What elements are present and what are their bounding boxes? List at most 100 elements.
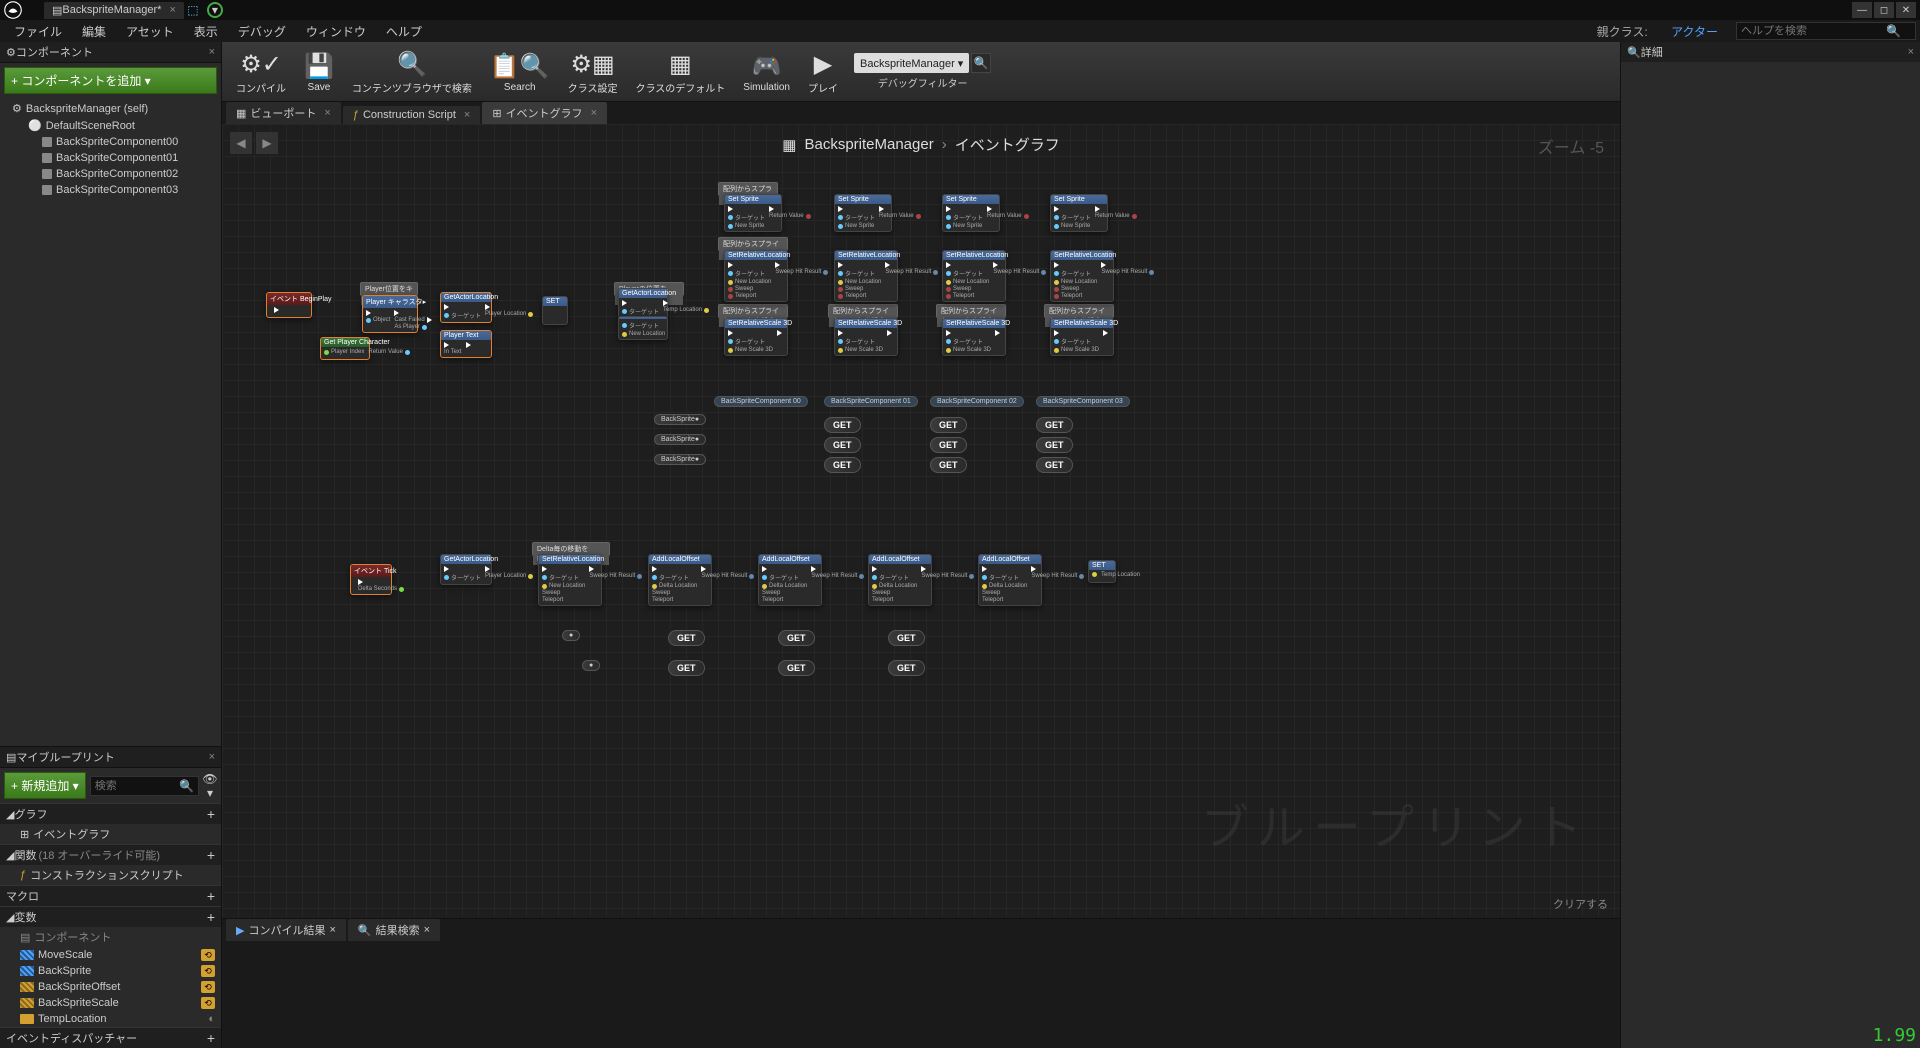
comment-node[interactable]: 配列からスプライトのScaleを設定 <box>936 304 1006 318</box>
var-backspriteoffset[interactable]: BackSpriteOffset⟲ <box>0 979 221 995</box>
close-tab-icon[interactable]: × <box>424 924 430 936</box>
get-var-node[interactable]: BackSprite● <box>654 414 706 425</box>
scene-root[interactable]: ⚪DefaultSceneRoot <box>2 117 219 134</box>
source-control-icon[interactable]: ▾ <box>206 1 224 19</box>
cat-dispatchers[interactable]: イベントディスパッチャー+ <box>0 1027 221 1048</box>
get-node[interactable]: GET <box>824 417 861 433</box>
set-relative-scale-node[interactable]: SetRelativeScale 3DターゲットNew Scale 3D <box>1050 318 1114 356</box>
debug-filter-dropdown[interactable]: BackspriteManager ▾ <box>854 53 969 73</box>
breadcrumb-root[interactable]: BackspriteManager <box>804 136 933 153</box>
browse-button[interactable]: 🔍コンテンツブラウザで検索 <box>344 45 480 99</box>
cat-graphs[interactable]: ◢グラフ+ <box>0 803 221 824</box>
var-templocation[interactable]: TempLocation◐ <box>0 1011 221 1027</box>
get-node[interactable]: GET <box>1036 457 1073 473</box>
get-node[interactable]: GET <box>824 437 861 453</box>
get-player-loc-node2[interactable]: GetActorLocation ターゲット Player Location <box>440 554 492 585</box>
player-text-node[interactable]: Player Text In Text <box>440 330 492 358</box>
component-root[interactable]: ⚙BackspriteManager (self) <box>2 100 219 117</box>
tab-viewport[interactable]: ▦ビューポート× <box>226 102 341 124</box>
component-child-0[interactable]: BackSpriteComponent00 <box>2 134 219 150</box>
add-local-offset-node[interactable]: AddLocalOffsetターゲットDelta LocationSweepTe… <box>648 554 712 606</box>
class-settings-button[interactable]: ⚙▦クラス設定 <box>560 45 626 99</box>
component-ref-node[interactable]: BackSpriteComponent 02 <box>930 396 1024 407</box>
close-tab-icon[interactable]: × <box>329 924 335 936</box>
minimize-button[interactable]: — <box>1852 2 1872 18</box>
components-panel-header[interactable]: ⚙ コンポーネント × <box>0 42 221 63</box>
set-actor-location-node[interactable]: SetRelativeLocationターゲットNew LocationSwee… <box>538 554 602 606</box>
get-node[interactable]: GET <box>888 660 925 676</box>
set-relative-scale-node[interactable]: SetRelativeScale 3DターゲットNew Scale 3D <box>834 318 898 356</box>
parent-class-link[interactable]: アクター <box>1661 23 1728 41</box>
nav-back-button[interactable]: ◀ <box>230 132 252 154</box>
set-templocation-node[interactable]: ターゲットNew Location <box>618 316 668 340</box>
cat-variables[interactable]: ◢変数+ <box>0 906 221 927</box>
close-tab-icon[interactable]: × <box>324 107 330 119</box>
get-node[interactable]: GET <box>1036 437 1073 453</box>
set-relative-location-node[interactable]: SetRelativeLocationターゲットNew LocationSwee… <box>1050 250 1114 302</box>
mybp-add-new-button[interactable]: + 新規追加 ▾ <box>4 772 86 799</box>
get-node[interactable]: GET <box>888 630 925 646</box>
add-local-offset-node[interactable]: AddLocalOffsetターゲットDelta LocationSweepTe… <box>978 554 1042 606</box>
get-player-loc-node[interactable]: GetActorLocation ターゲット Player Location <box>440 292 492 323</box>
add-local-offset-node[interactable]: AddLocalOffsetターゲットDelta LocationSweepTe… <box>758 554 822 606</box>
cat-functions[interactable]: ◢関数 (18 オーバーライド可能)+ <box>0 844 221 865</box>
tab-event-graph[interactable]: ⊞イベントグラフ× <box>482 102 607 124</box>
mybp-search-input[interactable] <box>95 780 179 792</box>
event-beginplay-node[interactable]: イベント BeginPlay <box>266 292 312 318</box>
event-tick-node[interactable]: イベント Tick Delta Seconds <box>350 564 392 595</box>
set-node[interactable]: SET <box>542 296 568 325</box>
get-node[interactable]: GET <box>778 630 815 646</box>
set-sprite-node[interactable]: Set SpriteターゲットNew SpriteReturn Value <box>834 194 892 232</box>
menu-asset[interactable]: アセット <box>116 21 184 42</box>
mybp-search[interactable]: 🔍 <box>90 776 199 796</box>
close-details-icon[interactable]: × <box>1908 46 1914 58</box>
simulation-button[interactable]: 🎮Simulation <box>735 45 798 99</box>
get-actor-location-node[interactable]: GetActorLocation ターゲット Temp Location <box>618 288 668 319</box>
set-relative-location-node[interactable]: SetRelativeLocationターゲットNew LocationSwee… <box>942 250 1006 302</box>
details-panel-header[interactable]: 🔍 詳細 × <box>1621 42 1920 62</box>
set-sprite-node[interactable]: Set SpriteターゲットNew SpriteReturn Value <box>1050 194 1108 232</box>
debug-filter-settings-icon[interactable]: 🔍 <box>971 53 991 73</box>
get-player-character-node[interactable]: Get Player Character Player Index Return… <box>320 337 370 360</box>
get-node[interactable]: GET <box>930 457 967 473</box>
get-node[interactable]: GET <box>930 417 967 433</box>
graph-canvas[interactable]: ◀ ▶ ▦ BackspriteManager › イベントグラフ ズーム -5… <box>222 124 1620 918</box>
compile-button[interactable]: ⚙✓コンパイル <box>228 45 294 99</box>
search-button[interactable]: 📋🔍Search <box>482 45 558 99</box>
tab-construction[interactable]: ƒConstruction Script× <box>343 106 481 124</box>
set-sprite-node[interactable]: Set SpriteターゲットNew SpriteReturn Value <box>724 194 782 232</box>
set-relative-scale-node[interactable]: SetRelativeScale 3DターゲットNew Scale 3D <box>724 318 788 356</box>
help-search-input[interactable] <box>1741 25 1876 37</box>
get-var-node[interactable]: BackSprite● <box>654 454 706 465</box>
add-macro-icon[interactable]: + <box>207 888 215 904</box>
get-node[interactable]: GET <box>778 660 815 676</box>
close-mybp-icon[interactable]: × <box>209 751 215 763</box>
maximize-button[interactable]: ◻ <box>1874 2 1894 18</box>
menu-window[interactable]: ウィンドウ <box>296 21 376 42</box>
breadcrumb-leaf[interactable]: イベントグラフ <box>955 134 1060 155</box>
comment-node[interactable]: 配列からスプライトの位置を初期化 <box>718 237 788 251</box>
component-ref-node[interactable]: BackSpriteComponent 01 <box>824 396 918 407</box>
save-button[interactable]: 💾Save <box>296 45 342 99</box>
add-graph-icon[interactable]: + <box>207 806 215 822</box>
get-node[interactable]: GET <box>668 660 705 676</box>
set-relative-location-node[interactable]: SetRelativeLocationターゲットNew LocationSwee… <box>724 250 788 302</box>
comment-node[interactable]: 配列からスプライトのScaleを設定 <box>828 304 898 318</box>
menu-help[interactable]: ヘルプ <box>376 21 432 42</box>
close-button[interactable]: ✕ <box>1896 2 1916 18</box>
close-tab-icon[interactable]: × <box>591 107 597 119</box>
comment-node[interactable]: 配列からスプライトのScaleを設定 <box>1044 304 1114 318</box>
set-node[interactable]: SETTemp Location <box>1088 560 1116 583</box>
marketplace-icon[interactable]: ⬚ <box>184 1 202 19</box>
add-variable-icon[interactable]: + <box>207 909 215 925</box>
component-ref-node[interactable]: BackSpriteComponent 00 <box>714 396 808 407</box>
clear-button[interactable]: クリアする <box>1553 896 1608 912</box>
tab-compile-results[interactable]: ▶コンパイル結果× <box>226 919 346 941</box>
mybp-panel-header[interactable]: ▤ マイブループリント × <box>0 747 221 768</box>
component-ref-node[interactable]: BackSpriteComponent 03 <box>1036 396 1130 407</box>
cat-macros[interactable]: マクロ+ <box>0 885 221 906</box>
construction-script-item[interactable]: ƒコンストラクションスクリプト <box>0 865 221 885</box>
set-relative-location-node[interactable]: SetRelativeLocationターゲットNew LocationSwee… <box>834 250 898 302</box>
close-panel-icon[interactable]: × <box>209 46 215 58</box>
get-node[interactable]: GET <box>668 630 705 646</box>
